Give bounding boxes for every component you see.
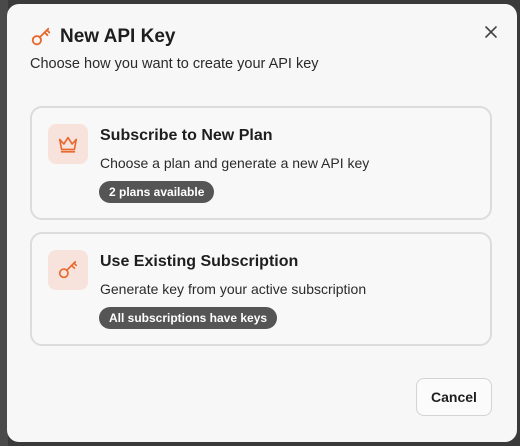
option-use-existing-subscription[interactable]: Use Existing Subscription Generate key f… xyxy=(30,232,492,346)
dialog-header: New API Key xyxy=(30,26,175,48)
crown-icon xyxy=(48,124,88,164)
dialog-title: New API Key xyxy=(60,26,176,47)
option-description: Choose a plan and generate a new API key xyxy=(100,155,370,171)
dialog-subtitle: Choose how you want to create your API k… xyxy=(30,56,319,72)
option-subscribe-new-plan[interactable]: Subscribe to New Plan Choose a plan and … xyxy=(30,106,492,220)
key-icon xyxy=(48,250,88,290)
new-api-key-dialog: New API Key Choose how you want to creat… xyxy=(7,4,517,442)
option-title: Use Existing Subscription xyxy=(100,253,299,270)
key-icon xyxy=(30,26,52,48)
close-button[interactable] xyxy=(479,20,503,44)
option-title: Subscribe to New Plan xyxy=(100,127,273,144)
option-description: Generate key from your active subscripti… xyxy=(100,281,367,297)
status-badge: All subscriptions have keys xyxy=(99,307,278,329)
status-badge: 2 plans available xyxy=(99,181,215,203)
close-icon xyxy=(485,26,497,38)
cancel-button[interactable]: Cancel xyxy=(416,378,492,416)
